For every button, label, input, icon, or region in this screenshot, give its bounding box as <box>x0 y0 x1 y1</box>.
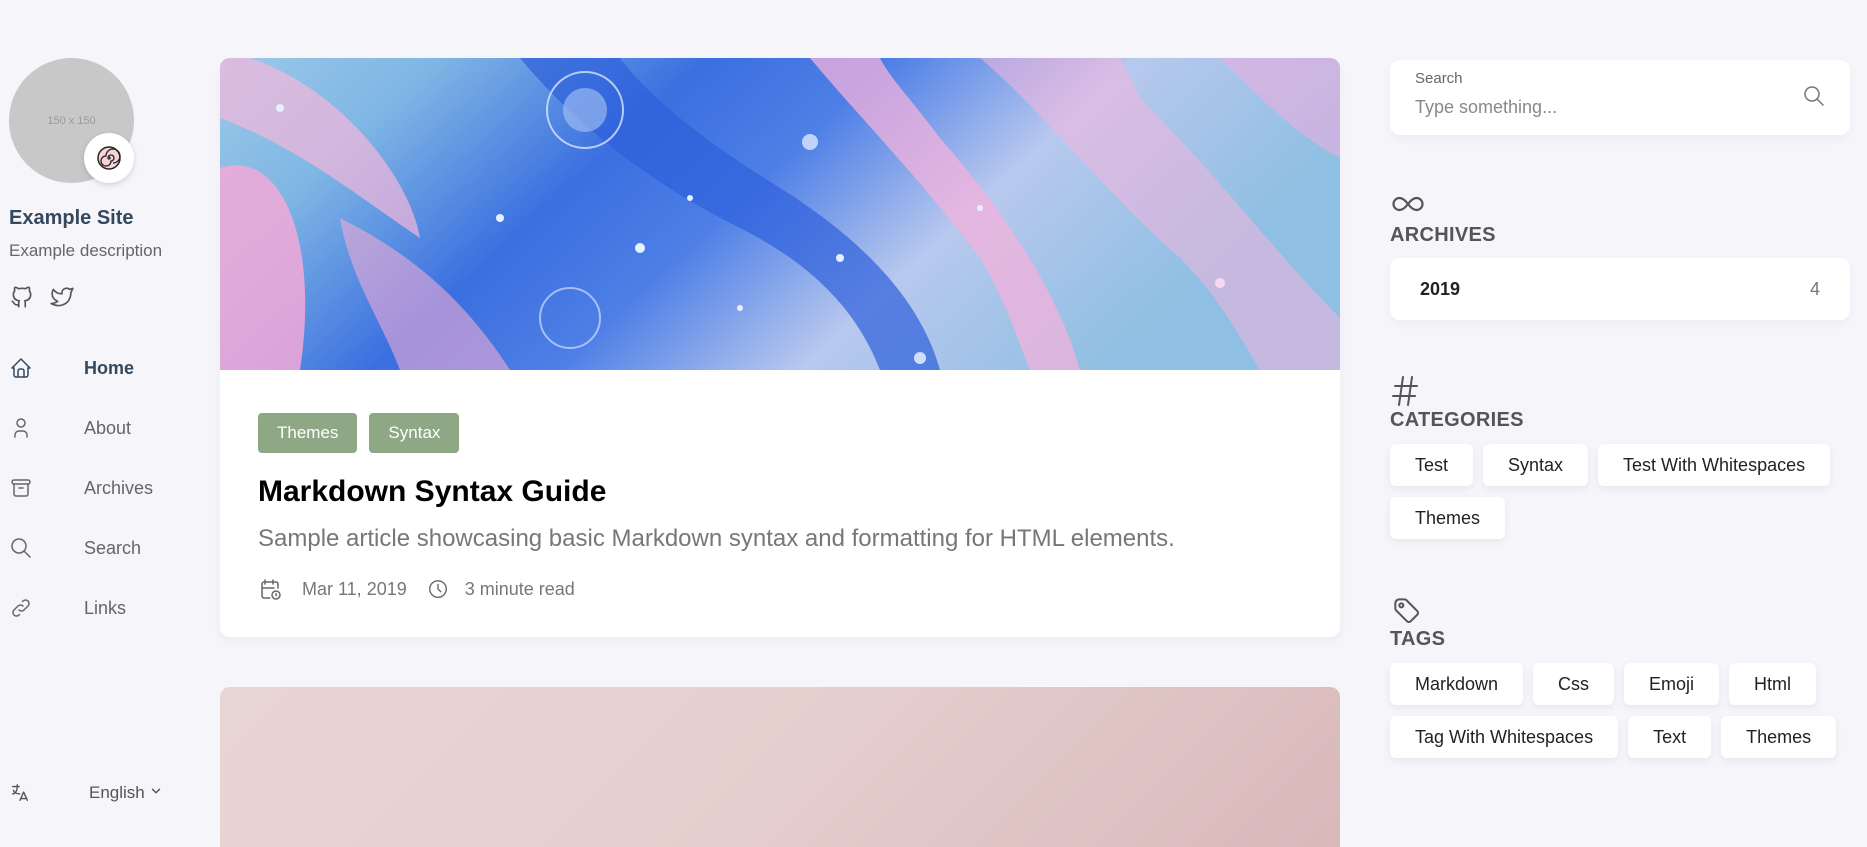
tag-chip-html[interactable]: Html <box>1729 663 1817 705</box>
tag-icon <box>1390 594 1850 623</box>
article-card: Themes Syntax Markdown Syntax Guide Samp… <box>220 58 1340 637</box>
clock-icon <box>427 578 449 600</box>
menu-item-about[interactable]: About <box>9 398 179 458</box>
site-description: Example description <box>9 241 163 260</box>
category-chip-themes[interactable]: Themes <box>1390 497 1506 539</box>
left-sidebar: 150 x 150 Example Site Example descripti… <box>9 58 179 828</box>
article-read-time: 3 minute read <box>464 578 575 599</box>
search-submit-icon[interactable] <box>1802 84 1826 113</box>
categories-widget: CATEGORIES Test Syntax Test With Whitesp… <box>1390 375 1850 539</box>
category-badge-themes[interactable]: Themes <box>258 413 358 453</box>
main-menu: Home About Archives Search Links <box>9 338 179 638</box>
search-label: Search <box>1415 70 1463 87</box>
article-meta: Mar 11, 2019 3 minute read <box>258 577 1302 601</box>
article-cover-image[interactable] <box>220 58 1340 370</box>
archive-item-2019[interactable]: 2019 4 <box>1390 258 1850 320</box>
spiral-emoji-icon <box>84 133 134 183</box>
tag-chip-css[interactable]: Css <box>1533 663 1615 705</box>
menu-label-search: Search <box>84 537 142 558</box>
menu-item-links[interactable]: Links <box>9 578 179 638</box>
link-icon <box>9 596 39 620</box>
language-selector[interactable]: English <box>9 782 163 804</box>
menu-label-about: About <box>84 417 132 438</box>
tags-title: TAGS <box>1390 628 1446 650</box>
infinity-icon <box>1390 190 1850 218</box>
hash-icon <box>1390 375 1850 406</box>
tags-widget: TAGS Markdown Css Emoji Html Tag With Wh… <box>1390 594 1850 758</box>
avatar-placeholder-text: 150 x 150 <box>47 114 96 127</box>
categories-title: CATEGORIES <box>1390 409 1524 431</box>
chevron-down-icon <box>149 783 163 803</box>
article-list: Themes Syntax Markdown Syntax Guide Samp… <box>220 58 1340 847</box>
menu-item-search[interactable]: Search <box>9 518 179 578</box>
language-label: English <box>89 783 163 803</box>
language-icon <box>9 782 39 804</box>
archive-count: 4 <box>1809 278 1820 299</box>
archives-title: ARCHIVES <box>1390 224 1496 246</box>
category-chip-test-with-whitespaces[interactable]: Test With Whitespaces <box>1598 444 1831 486</box>
article-subtitle: Sample article showcasing basic Markdown… <box>258 525 1175 552</box>
article-body: Themes Syntax Markdown Syntax Guide Samp… <box>220 370 1340 637</box>
search-widget: Search <box>1390 60 1850 135</box>
language-value: English <box>89 783 145 802</box>
tag-chip-themes[interactable]: Themes <box>1721 716 1837 758</box>
site-name[interactable]: Example Site <box>9 207 179 230</box>
menu-item-home[interactable]: Home <box>9 338 179 398</box>
calendar-icon <box>258 577 282 601</box>
home-icon <box>9 356 39 380</box>
tag-list: Markdown Css Emoji Html Tag With Whitesp… <box>1390 663 1850 758</box>
menu-label-archives: Archives <box>84 477 154 498</box>
menu-item-archives[interactable]: Archives <box>9 458 179 518</box>
archive-icon <box>9 476 39 500</box>
tag-chip-markdown[interactable]: Markdown <box>1390 663 1524 705</box>
tag-chip-emoji[interactable]: Emoji <box>1624 663 1720 705</box>
article-title[interactable]: Markdown Syntax Guide <box>258 475 1302 509</box>
article-date: Mar 11, 2019 <box>302 578 407 599</box>
category-list: Test Syntax Test With Whitespaces Themes <box>1390 444 1850 539</box>
tag-chip-text[interactable]: Text <box>1628 716 1712 758</box>
archive-year: 2019 <box>1420 278 1461 299</box>
category-chip-syntax[interactable]: Syntax <box>1483 444 1589 486</box>
right-sidebar: Search ARCHIVES 2019 4 CATEGORIES Test <box>1390 60 1850 758</box>
tag-chip-tag-with-whitespaces[interactable]: Tag With Whitespaces <box>1390 716 1619 758</box>
twitter-icon[interactable] <box>49 284 75 310</box>
next-article-cover-image[interactable] <box>220 687 1340 847</box>
social-links <box>9 281 179 313</box>
menu-label-links: Links <box>84 597 127 618</box>
user-icon <box>9 416 39 440</box>
avatar[interactable]: 150 x 150 <box>9 58 134 183</box>
article-categories: Themes Syntax <box>258 413 1302 453</box>
search-input[interactable] <box>1415 94 1785 120</box>
menu-label-home: Home <box>84 357 135 378</box>
github-icon[interactable] <box>9 284 35 310</box>
category-chip-test[interactable]: Test <box>1390 444 1474 486</box>
search-icon <box>9 536 39 560</box>
archives-widget: ARCHIVES 2019 4 <box>1390 190 1850 320</box>
category-badge-syntax[interactable]: Syntax <box>369 413 460 453</box>
